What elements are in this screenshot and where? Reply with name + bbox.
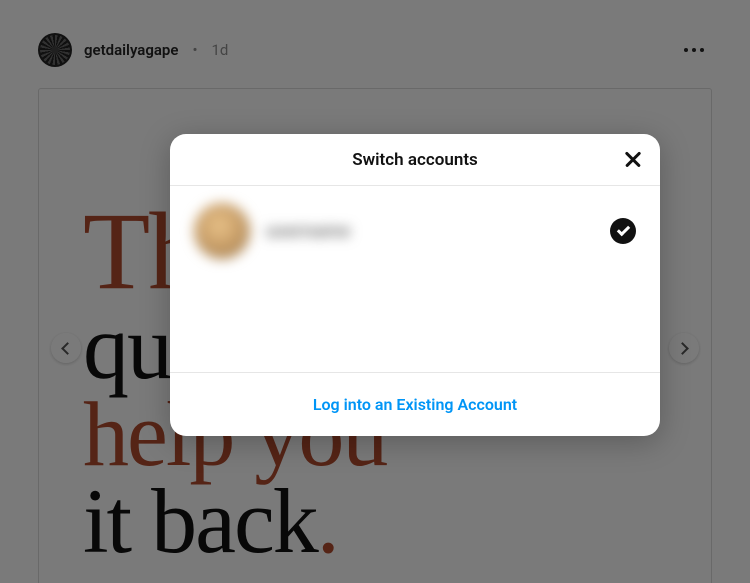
account-avatar (194, 203, 250, 259)
modal-footer: Log into an Existing Account (170, 372, 660, 436)
login-existing-account-link[interactable]: Log into an Existing Account (313, 395, 517, 414)
account-row-left: username (194, 203, 351, 259)
close-button[interactable] (616, 143, 650, 177)
modal-header: Switch accounts (170, 134, 660, 186)
modal-body: username (170, 186, 660, 372)
selected-check-icon (610, 218, 636, 244)
modal-title: Switch accounts (352, 150, 478, 170)
account-row[interactable]: username (194, 200, 636, 262)
app-stage: getdailyagape • 1d Th qu help you it bac… (0, 0, 750, 583)
switch-accounts-modal: Switch accounts username Log into an Exi… (170, 134, 660, 436)
account-username: username (266, 221, 351, 242)
check-mark-icon (616, 223, 629, 236)
